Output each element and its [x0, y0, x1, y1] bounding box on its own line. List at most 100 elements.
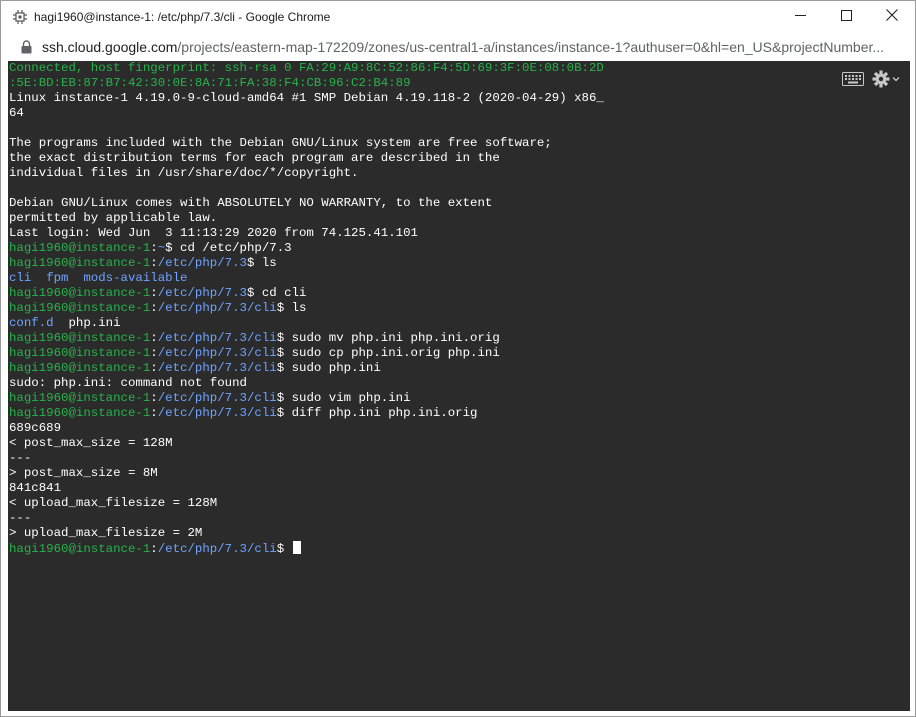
prompt-dollar: $	[165, 241, 181, 255]
terminal-toolbar	[842, 70, 900, 88]
terminal-output: Connected, host fingerprint: ssh-rsa 0 F…	[9, 61, 649, 556]
prompt-user: hagi1960@instance-1	[9, 361, 151, 375]
error-line: sudo: php.ini: command not found	[9, 376, 247, 390]
prompt-user: hagi1960@instance-1	[9, 346, 151, 360]
prompt-user: hagi1960@instance-1	[9, 286, 151, 300]
prompt-user: hagi1960@instance-1	[9, 256, 151, 270]
maximize-button[interactable]	[823, 1, 869, 32]
address-bar[interactable]: ssh.cloud.google.com/projects/eastern-ma…	[1, 32, 915, 61]
prompt-path: /etc/php/7.3	[157, 256, 247, 270]
command-text: cd cli	[261, 286, 307, 300]
prompt-dollar: $	[276, 406, 292, 420]
title-bar: hagi1960@instance-1: /etc/php/7.3/cli - …	[1, 1, 915, 32]
command-text: ls	[261, 256, 277, 270]
prompt-line: hagi1960@instance-1:/etc/php/7.3/cli$ ls	[9, 301, 649, 316]
command-text: cd /etc/php/7.3	[180, 241, 292, 255]
url-path: /projects/eastern-map-172209/zones/us-ce…	[177, 38, 885, 55]
prompt-colon: :	[150, 542, 158, 556]
command-text: sudo php.ini	[291, 361, 381, 375]
chip-icon	[12, 9, 28, 25]
prompt-user: hagi1960@instance-1	[9, 391, 151, 405]
prompt-dollar: $	[276, 391, 292, 405]
command-text: diff php.ini php.ini.orig	[291, 406, 478, 420]
gear-icon[interactable]	[872, 70, 900, 88]
prompt-colon: :	[150, 406, 158, 420]
minimize-icon	[794, 8, 806, 26]
prompt-path: /etc/php/7.3/cli	[157, 346, 277, 360]
keyboard-icon[interactable]	[842, 72, 864, 86]
active-prompt-line[interactable]: hagi1960@instance-1:/etc/php/7.3/cli$	[9, 541, 649, 556]
prompt-dollar: $	[246, 256, 262, 270]
ls-output-line: cli fpm mods-available	[9, 271, 649, 286]
command-text: sudo vim php.ini	[291, 391, 411, 405]
terminal-line: :5E:BD:EB:87:B7:42:30:0E:8A:71:FA:38:F4:…	[9, 76, 411, 90]
prompt-path: /etc/php/7.3/cli	[157, 361, 277, 375]
url-text[interactable]: ssh.cloud.google.com/projects/eastern-ma…	[42, 39, 902, 55]
close-button[interactable]	[869, 1, 915, 32]
prompt-line: hagi1960@instance-1:~$ cd /etc/php/7.3	[9, 241, 649, 256]
prompt-path: /etc/php/7.3/cli	[157, 301, 277, 315]
close-icon	[886, 8, 898, 26]
prompt-path: /etc/php/7.3/cli	[157, 331, 277, 345]
command-text: sudo cp php.ini.orig php.ini	[291, 346, 500, 360]
terminal-line: the exact distribution terms for each pr…	[9, 151, 500, 165]
prompt-line: hagi1960@instance-1:/etc/php/7.3/cli$ su…	[9, 361, 649, 376]
terminal-line: 64	[9, 106, 24, 120]
terminal-line: The programs included with the Debian GN…	[9, 136, 552, 150]
prompt-line: hagi1960@instance-1:/etc/php/7.3/cli$ su…	[9, 331, 649, 346]
prompt-user: hagi1960@instance-1	[9, 542, 151, 556]
prompt-line: hagi1960@instance-1:/etc/php/7.3$ ls	[9, 256, 649, 271]
prompt-user: hagi1960@instance-1	[9, 301, 151, 315]
prompt-user: hagi1960@instance-1	[9, 331, 151, 345]
prompt-dollar: $	[246, 286, 262, 300]
prompt-colon: :	[150, 346, 158, 360]
ls-output-line: conf.d php.ini	[9, 316, 649, 331]
prompt-line: hagi1960@instance-1:/etc/php/7.3/cli$ di…	[9, 406, 649, 421]
dir-entry: mods-available	[83, 271, 188, 285]
prompt-dollar: $	[276, 301, 292, 315]
dir-entry: conf.d	[9, 316, 54, 330]
terminal-line: Linux instance-1 4.19.0-9-cloud-amd64 #1…	[9, 91, 604, 105]
minimize-button[interactable]	[777, 1, 823, 32]
prompt-dollar: $	[276, 346, 292, 360]
prompt-colon: :	[150, 241, 158, 255]
prompt-colon: :	[150, 256, 158, 270]
window-title: hagi1960@instance-1: /etc/php/7.3/cli - …	[34, 9, 331, 24]
file-entry: php.ini	[68, 316, 121, 330]
dir-entry: fpm	[46, 271, 69, 285]
prompt-line: hagi1960@instance-1:/etc/php/7.3/cli$ su…	[9, 391, 649, 406]
prompt-path: /etc/php/7.3/cli	[157, 406, 277, 420]
prompt-line: hagi1960@instance-1:/etc/php/7.3$ cd cli	[9, 286, 649, 301]
browser-window: hagi1960@instance-1: /etc/php/7.3/cli - …	[0, 0, 916, 717]
diff-line: ---	[9, 451, 32, 465]
command-text: ls	[291, 301, 307, 315]
prompt-colon: :	[150, 286, 158, 300]
prompt-dollar: $	[276, 361, 292, 375]
maximize-icon	[840, 8, 852, 26]
diff-line: > post_max_size = 8M	[9, 466, 158, 480]
url-host: ssh.cloud.google.com	[42, 38, 178, 55]
prompt-colon: :	[150, 391, 158, 405]
prompt-path: /etc/php/7.3/cli	[157, 391, 277, 405]
terminal[interactable]: Connected, host fingerprint: ssh-rsa 0 F…	[8, 61, 910, 711]
terminal-line: Last login: Wed Jun 3 11:13:29 2020 from…	[9, 226, 418, 240]
terminal-line: Connected, host fingerprint: ssh-rsa 0 F…	[9, 61, 604, 75]
prompt-colon: :	[150, 301, 158, 315]
prompt-colon: :	[150, 331, 158, 345]
terminal-cursor	[292, 541, 301, 554]
prompt-dollar: $	[276, 542, 292, 556]
diff-line: ---	[9, 511, 32, 525]
prompt-user: hagi1960@instance-1	[9, 241, 151, 255]
diff-line: < post_max_size = 128M	[9, 436, 173, 450]
dir-entry: cli	[9, 271, 32, 285]
prompt-line: hagi1960@instance-1:/etc/php/7.3/cli$ su…	[9, 346, 649, 361]
prompt-colon: :	[150, 361, 158, 375]
prompt-dollar: $	[276, 331, 292, 345]
prompt-user: hagi1960@instance-1	[9, 406, 151, 420]
lock-icon[interactable]	[19, 39, 33, 55]
window-controls	[777, 1, 915, 32]
terminal-line: permitted by applicable law.	[9, 211, 218, 225]
diff-line: > upload_max_filesize = 2M	[9, 526, 203, 540]
